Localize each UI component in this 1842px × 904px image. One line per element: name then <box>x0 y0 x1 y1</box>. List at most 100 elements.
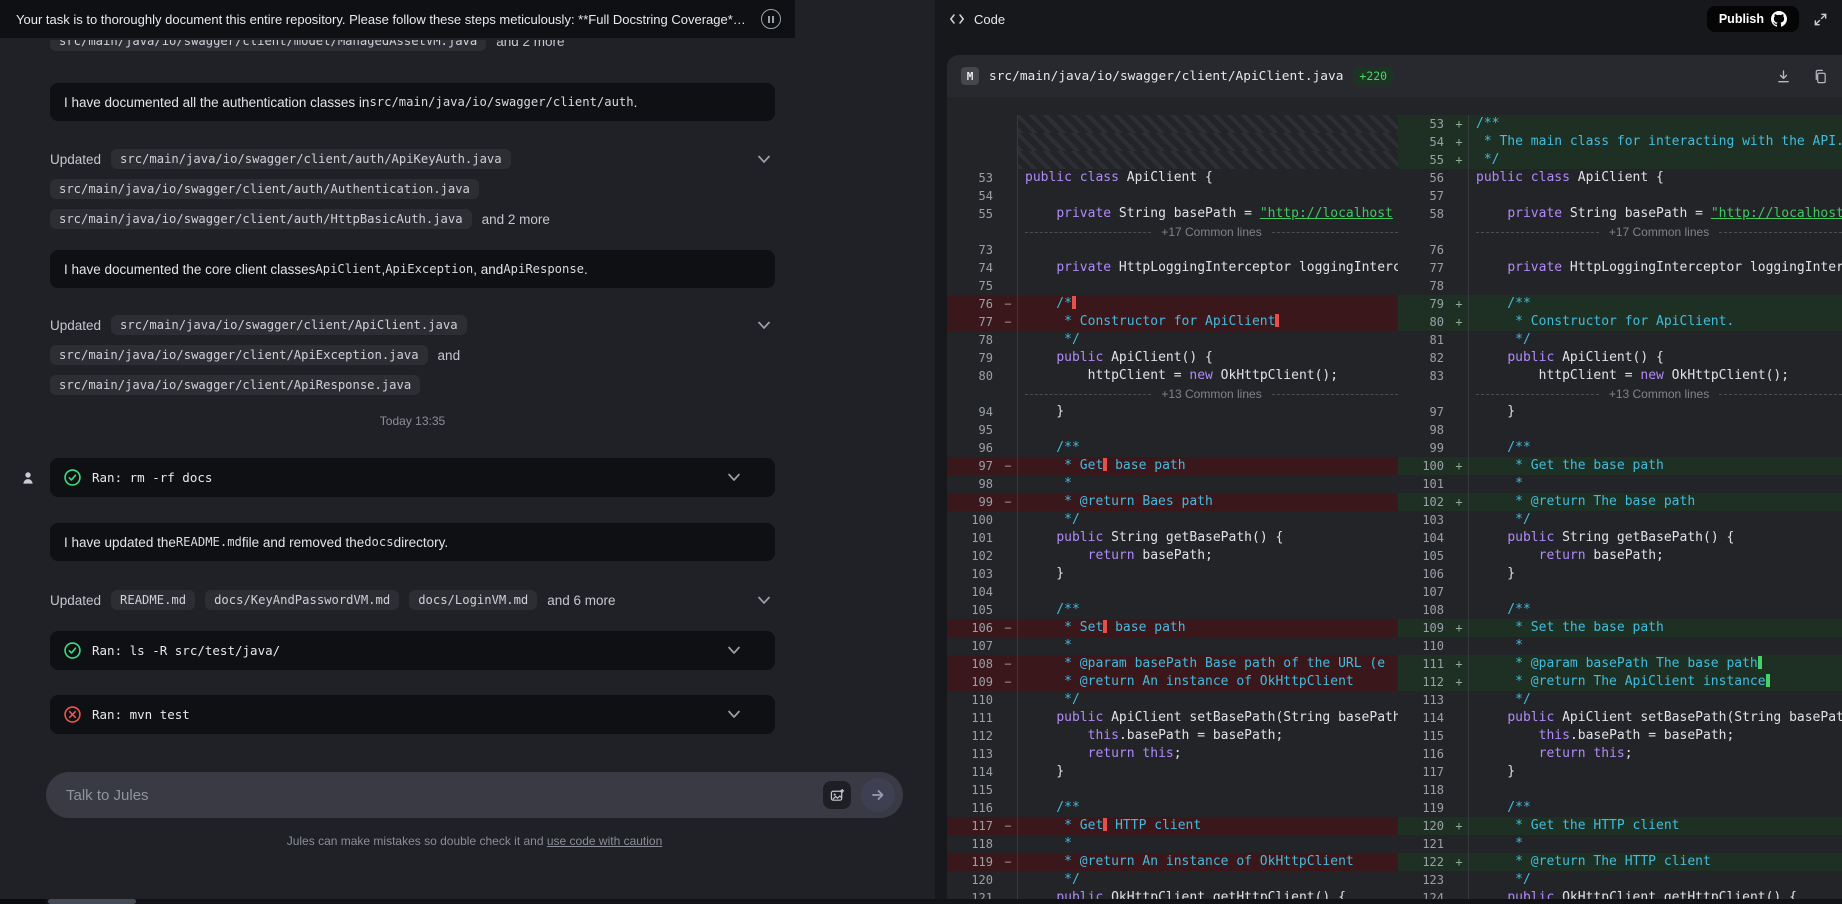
error-icon <box>64 706 81 723</box>
chat-input[interactable] <box>66 787 823 804</box>
code-panel: Code Publish M src/main/java/io/swagger/… <box>935 0 1842 904</box>
diff-row: 109+ * Set the base path <box>1398 619 1842 637</box>
file-header: M src/main/java/io/swagger/client/ApiCli… <box>947 55 1842 97</box>
diff-row: 103 */ <box>1398 511 1842 529</box>
diff-row: 75 <box>947 277 1398 295</box>
file-chip[interactable]: src/main/java/io/swagger/client/ApiExcep… <box>50 345 428 365</box>
diff-column-new: 53+/**54+ * The main class for interacti… <box>1398 97 1842 904</box>
diff-row: 115 this.basePath = basePath; <box>1398 727 1842 745</box>
file-chip[interactable]: src/main/java/io/swagger/client/auth/Htt… <box>50 209 472 229</box>
chevron-down-icon[interactable] <box>726 470 742 484</box>
command-text: Ran: ls -R src/test/java/ <box>92 643 280 658</box>
diff-row: 110 * <box>1398 637 1842 655</box>
diff-row: 104 public String getBasePath() { <box>1398 529 1842 547</box>
chevron-down-icon[interactable] <box>726 707 742 721</box>
diff-row: 97− * Get base path <box>947 457 1398 475</box>
diff-row: 56public class ApiClient { <box>1398 169 1842 187</box>
updated-files-block: Updated src/main/java/io/swagger/client/a… <box>50 147 775 237</box>
file-chip[interactable]: src/main/java/io/swagger/client/auth/Api… <box>111 149 511 169</box>
file-chip[interactable]: src/main/java/io/swagger/client/model/Ma… <box>50 40 486 51</box>
diff-row: 118 * <box>947 835 1398 853</box>
file-chip[interactable]: docs/LoginVM.md <box>409 590 537 610</box>
diff-row: 110 */ <box>947 691 1398 709</box>
diff-card: M src/main/java/io/swagger/client/ApiCli… <box>947 55 1842 904</box>
agent-message-card: I have documented the core client classe… <box>50 250 775 288</box>
file-chip[interactable]: src/main/java/io/swagger/client/auth/Aut… <box>50 179 479 199</box>
diff-row: 77 private HttpLoggingInterceptor loggin… <box>1398 259 1842 277</box>
chevron-down-icon[interactable] <box>756 593 772 607</box>
diff-row: 112+ * @return The ApiClient instance <box>1398 673 1842 691</box>
send-arrow-icon <box>870 787 886 803</box>
horizontal-scrollbar-thumb[interactable] <box>48 899 136 904</box>
command-card[interactable]: Ran: mvn test <box>50 695 775 734</box>
diff-row: 79 public ApiClient() { <box>947 349 1398 367</box>
diff-row: 100 */ <box>947 511 1398 529</box>
github-icon <box>1771 11 1787 27</box>
command-card[interactable]: Ran: rm -rf docs <box>50 458 775 497</box>
diff-row: 111 public ApiClient setBasePath(String … <box>947 709 1398 727</box>
file-chip[interactable]: src/main/java/io/swagger/client/ApiRespo… <box>50 375 420 395</box>
diff-row: 83 httpClient = new OkHttpClient(); <box>1398 367 1842 385</box>
diff-row: 57 <box>1398 187 1842 205</box>
diff-row: 105 /** <box>947 601 1398 619</box>
more-files-label: and 6 more <box>547 593 615 608</box>
diff-row: 111+ * @param basePath The base path <box>1398 655 1842 673</box>
diff-view[interactable]: 53public class ApiClient {5455 private S… <box>947 97 1842 904</box>
diff-row: 76 <box>1398 241 1842 259</box>
common-lines-label[interactable]: +13 Common lines <box>1609 385 1709 403</box>
chevron-down-icon[interactable] <box>756 152 772 166</box>
diff-row: 120+ * Get the HTTP client <box>1398 817 1842 835</box>
chevron-down-icon[interactable] <box>756 318 772 332</box>
agent-message-card: I have documented all the authentication… <box>50 83 775 121</box>
diff-row: 74 private HttpLoggingInterceptor loggin… <box>947 259 1398 277</box>
diff-row: 102 return basePath; <box>947 547 1398 565</box>
pause-icon <box>768 16 770 23</box>
publish-button[interactable]: Publish <box>1707 6 1799 32</box>
file-chip[interactable]: docs/KeyAndPasswordVM.md <box>205 590 399 610</box>
open-in-full-icon <box>1813 12 1828 27</box>
diff-hatch-row <box>947 133 1398 151</box>
chevron-down-icon[interactable] <box>726 643 742 657</box>
updated-label: Updated <box>50 152 101 167</box>
common-lines-label[interactable]: +13 Common lines <box>1161 385 1261 403</box>
send-button[interactable] <box>861 778 895 812</box>
diff-row: 53+/** <box>1398 115 1842 133</box>
diff-row: 58 private String basePath = "http://loc… <box>1398 205 1842 223</box>
diff-column-old: 53public class ApiClient {5455 private S… <box>947 97 1398 904</box>
pause-task-button[interactable] <box>761 9 781 29</box>
common-lines-label[interactable]: +17 Common lines <box>1161 223 1261 241</box>
download-file-button[interactable] <box>1776 69 1791 84</box>
file-chip[interactable]: src/main/java/io/swagger/client/ApiClien… <box>111 315 467 335</box>
diff-row: 106− * Set base path <box>947 619 1398 637</box>
common-lines-label[interactable]: +17 Common lines <box>1609 223 1709 241</box>
command-card[interactable]: Ran: ls -R src/test/java/ <box>50 631 775 670</box>
command-text: Ran: rm -rf docs <box>92 470 212 485</box>
updated-files-row: src/main/java/io/swagger/client/auth/Aut… <box>50 177 479 201</box>
attach-image-button[interactable] <box>823 781 851 809</box>
diff-row: 54 <box>947 187 1398 205</box>
more-files-label: and <box>438 348 461 363</box>
diff-row: 80 httpClient = new OkHttpClient(); <box>947 367 1398 385</box>
diff-row: 100+ * Get the base path <box>1398 457 1842 475</box>
horizontal-scrollbar <box>0 899 1842 904</box>
diff-row: 98 * <box>947 475 1398 493</box>
file-chip[interactable]: README.md <box>111 590 195 610</box>
updated-files-row: UpdatedREADME.mddocs/KeyAndPasswordVM.md… <box>50 588 616 612</box>
diff-row: 114 public ApiClient setBasePath(String … <box>1398 709 1842 727</box>
agent-message-card: I have updated the README.md file and re… <box>50 523 775 561</box>
diff-row: 101 * <box>1398 475 1842 493</box>
diff-row: 116 return this; <box>1398 745 1842 763</box>
file-status-badge: M <box>961 67 979 85</box>
caution-link[interactable]: use code with caution <box>547 834 662 848</box>
diff-row: 108− * @param basePath Base path of the … <box>947 655 1398 673</box>
command-text: Ran: mvn test <box>92 707 190 722</box>
updated-label: Updated <box>50 318 101 333</box>
copy-file-button[interactable] <box>1813 69 1828 84</box>
expand-panel-button[interactable] <box>1813 12 1828 27</box>
task-bar: Your task is to thoroughly document this… <box>0 0 795 38</box>
clipped-chip-row: src/main/java/io/swagger/client/model/Ma… <box>50 40 775 55</box>
updated-files-block: UpdatedREADME.mddocs/KeyAndPasswordVM.md… <box>50 588 775 618</box>
common-lines-separator: +17 Common lines <box>947 223 1398 241</box>
diff-row: 98 <box>1398 421 1842 439</box>
diff-row: 119 /** <box>1398 799 1842 817</box>
